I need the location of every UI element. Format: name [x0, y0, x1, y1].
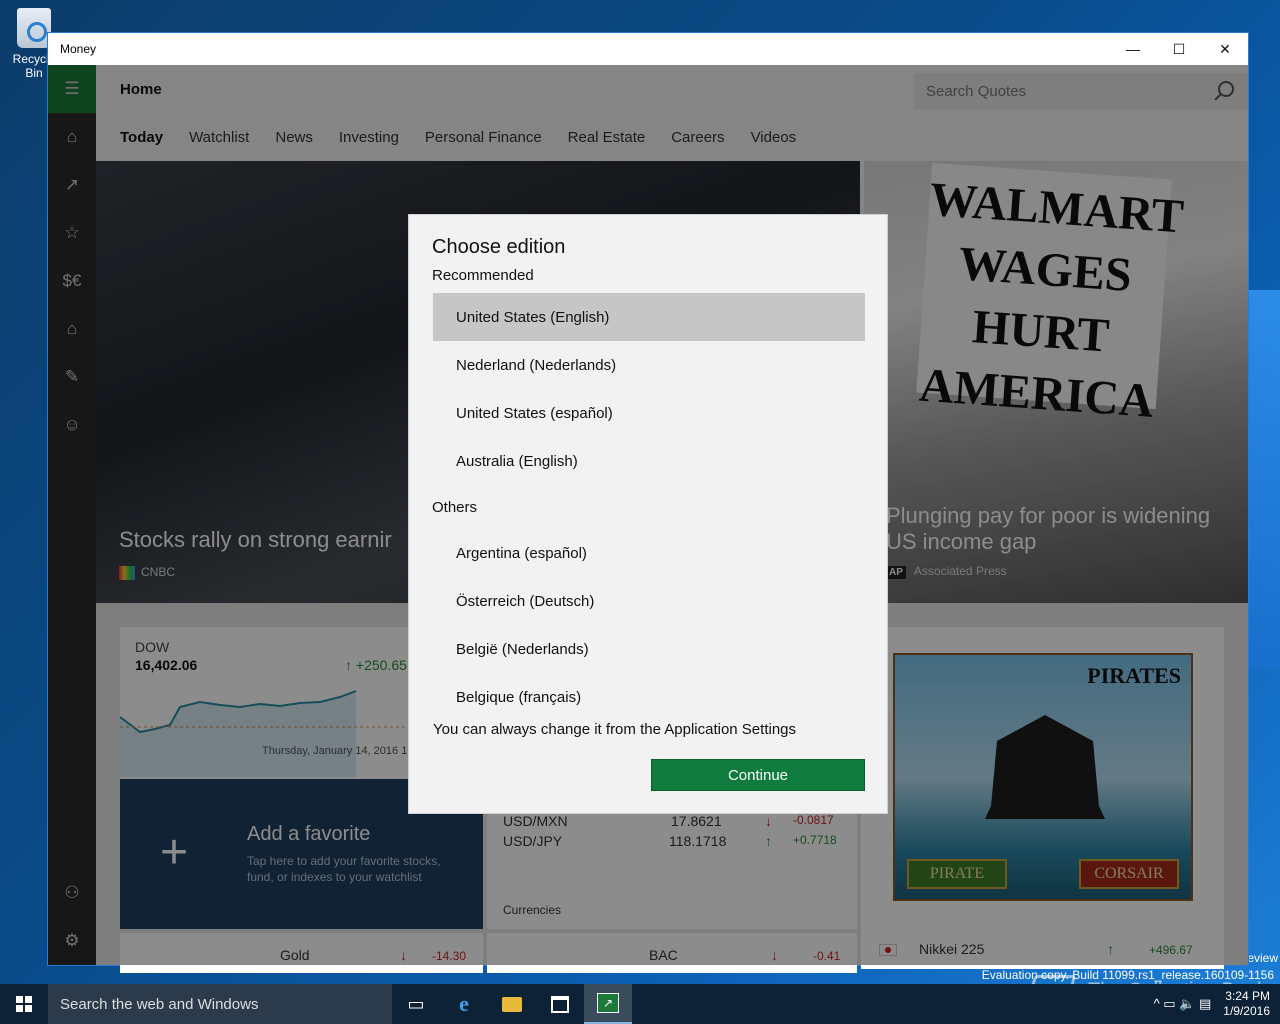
taskbar-search-input[interactable]: Search the web and Windows: [48, 984, 392, 1024]
close-button[interactable]: ✕: [1202, 33, 1248, 65]
edge-browser-icon[interactable]: e: [440, 984, 488, 1024]
clock-time: 3:24 PM: [1225, 989, 1270, 1003]
system-tray: ^ ▭ 🔈 ▤ 3:24 PM 1/9/2016: [1154, 984, 1270, 1024]
taskbar: Search the web and Windows ▭ e ↗ ^ ▭ 🔈 ▤…: [0, 984, 1280, 1024]
edition-option[interactable]: Österreich (Deutsch): [433, 577, 865, 625]
task-view-icon[interactable]: ▭: [392, 984, 440, 1024]
preview-watermark: eview: [1247, 951, 1278, 965]
title-bar[interactable]: Money — ☐ ✕: [48, 33, 1248, 65]
windows-logo-icon: [16, 996, 32, 1012]
dialog-note: You can always change it from the Applic…: [433, 721, 797, 738]
clock-date: 1/9/2016: [1223, 1004, 1270, 1018]
edition-option[interactable]: United States (español): [433, 389, 865, 437]
window-title: Money: [60, 42, 97, 56]
edition-option[interactable]: Nederland (Nederlands): [433, 341, 865, 389]
minimize-button[interactable]: —: [1110, 33, 1156, 65]
edition-option[interactable]: België (Nederlands): [433, 625, 865, 673]
money-app-taskbar-icon[interactable]: ↗: [584, 984, 632, 1024]
edition-option[interactable]: Australia (English): [433, 437, 865, 485]
tray-icons[interactable]: ^ ▭ 🔈 ▤: [1154, 996, 1212, 1012]
file-explorer-icon[interactable]: [488, 984, 536, 1024]
dialog-title: Choose edition: [432, 236, 566, 258]
edition-option[interactable]: Belgique (français): [433, 673, 865, 721]
continue-button[interactable]: Continue: [651, 759, 865, 791]
edition-option[interactable]: Argentina (español): [433, 529, 865, 577]
others-label: Others: [432, 499, 478, 516]
start-button[interactable]: [0, 984, 48, 1024]
choose-edition-dialog: Choose edition Recommended United States…: [408, 214, 888, 814]
clock[interactable]: 3:24 PM 1/9/2016: [1223, 989, 1270, 1019]
recommended-label: Recommended: [432, 267, 534, 284]
recycle-bin-icon: [17, 8, 51, 48]
edition-option[interactable]: United States (English): [433, 293, 865, 341]
store-icon[interactable]: [536, 984, 584, 1024]
maximize-button[interactable]: ☐: [1156, 33, 1202, 65]
